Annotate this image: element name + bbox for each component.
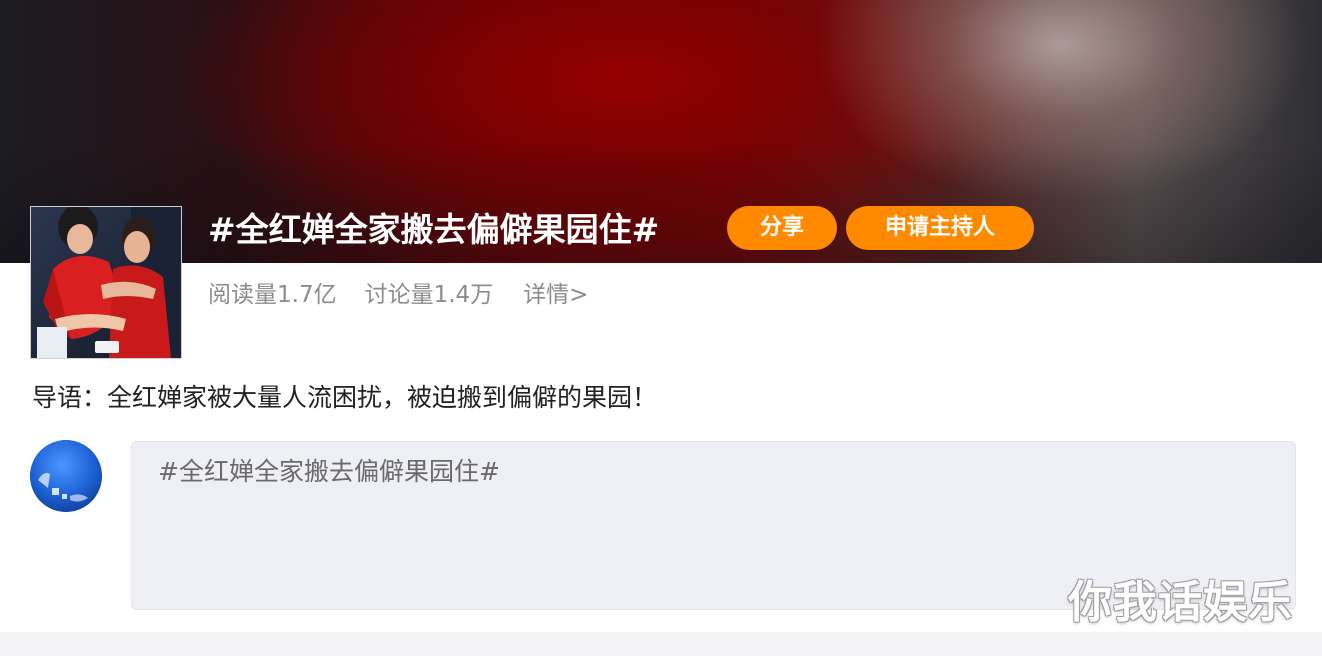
topic-intro: 导语：全红婵家被大量人流困扰，被迫搬到偏僻的果园！ [32,383,658,412]
share-button[interactable]: 分享 [727,206,837,250]
user-avatar-icon [30,440,102,512]
watermark: 你我话娱乐 [1068,577,1293,628]
topic-cover-image [30,206,182,359]
discussion-count: 讨论量1.4万 [364,282,494,308]
apply-host-button[interactable]: 申请主持人 [846,206,1034,250]
topic-title: #全红婵全家搬去偏僻果园住# [208,210,660,249]
avatar[interactable] [30,440,102,512]
read-count: 阅读量1.7亿 [208,282,337,308]
topic-cover-photo-icon [31,207,181,358]
topic-banner [0,0,1322,263]
bottom-divider [0,632,1322,656]
details-link[interactable]: 详情> [523,275,588,309]
topic-stats: 阅读量1.7亿 讨论量1.4万 详情> [208,272,588,312]
topic-page: #全红婵全家搬去偏僻果园住# 分享 申请主持人 阅读量1.7亿 讨论量1.4万 … [0,0,1322,656]
